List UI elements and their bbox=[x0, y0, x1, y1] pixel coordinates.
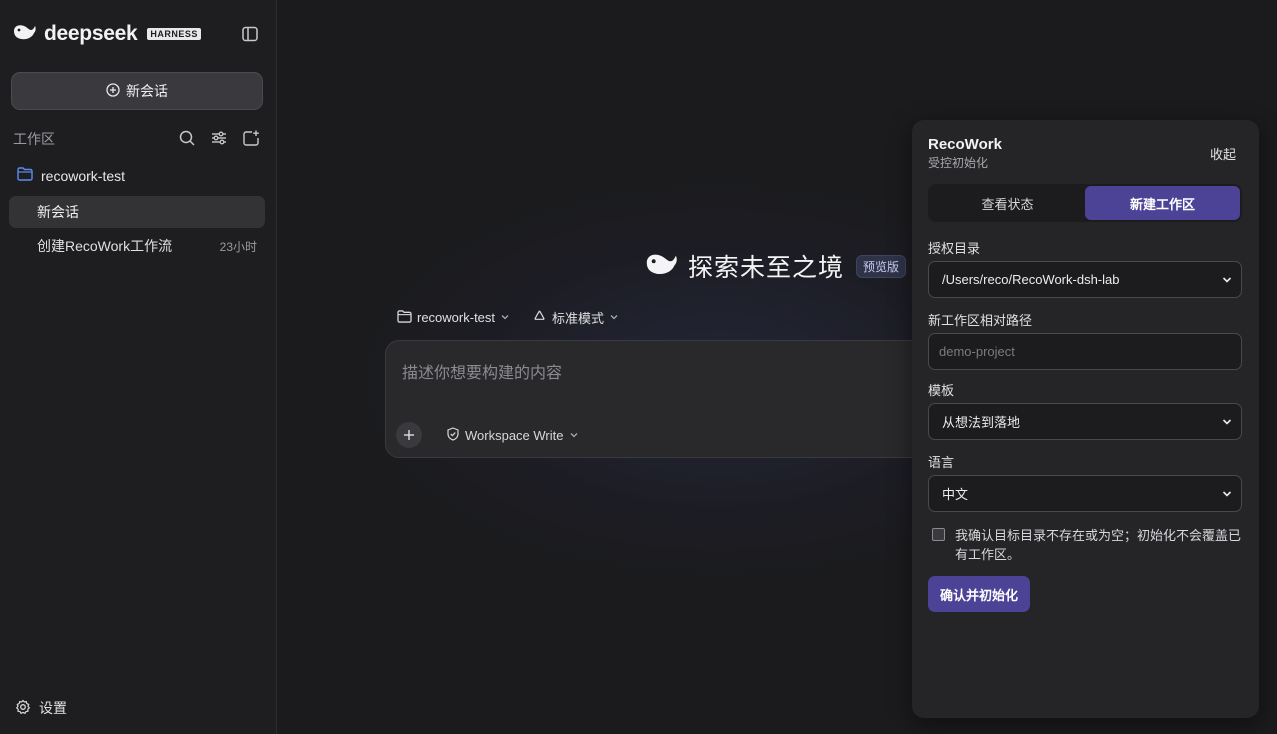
new-chat-label: 新会话 bbox=[126, 83, 168, 99]
collapse-button[interactable]: 收起 bbox=[1210, 144, 1236, 163]
gear-icon bbox=[15, 699, 31, 718]
template-select[interactable]: 从想法到落地 bbox=[928, 403, 1242, 440]
sidebar: deepseek HARNESS 新会话 工作区 recowork-test 新… bbox=[0, 0, 277, 734]
dir-select-value: /Users/reco/RecoWork-dsh-lab bbox=[942, 272, 1120, 287]
panel-tabs: 查看状态 新建工作区 bbox=[928, 184, 1242, 222]
settings-button[interactable]: 设置 bbox=[15, 698, 67, 718]
dir-select[interactable]: /Users/reco/RecoWork-dsh-lab bbox=[928, 261, 1242, 298]
preview-badge: 预览版 bbox=[856, 254, 907, 278]
workspace-header: 工作区 bbox=[13, 131, 55, 147]
new-chat-button[interactable]: 新会话 bbox=[11, 72, 263, 110]
recycle-icon bbox=[532, 309, 547, 327]
composer-input[interactable]: 描述你想要构建的内容 bbox=[402, 359, 562, 383]
shield-icon bbox=[446, 427, 460, 444]
template-label: 模板 bbox=[928, 383, 955, 398]
lang-select[interactable]: 中文 bbox=[928, 475, 1242, 512]
lang-label: 语言 bbox=[928, 455, 955, 470]
confirm-checkbox-label: 我确认目标目录不存在或为空；初始化不会覆盖已有工作区。 bbox=[955, 528, 1242, 562]
workspace-folder-item[interactable]: recowork-test bbox=[17, 167, 125, 184]
search-icon[interactable] bbox=[178, 129, 196, 147]
dir-label: 授权目录 bbox=[928, 241, 981, 256]
path-label: 新工作区相对路径 bbox=[928, 313, 1033, 328]
plus-icon bbox=[404, 430, 414, 440]
whale-logo-icon bbox=[12, 22, 38, 47]
brand-badge: HARNESS bbox=[147, 28, 201, 40]
permission-label: Workspace Write bbox=[465, 428, 564, 443]
chevron-down-icon bbox=[609, 310, 619, 325]
filter-sliders-icon[interactable] bbox=[210, 129, 228, 147]
tab-view-status[interactable]: 查看状态 bbox=[930, 186, 1085, 220]
panel-title: RecoWork bbox=[928, 136, 1002, 153]
session-time: 23小时 bbox=[219, 239, 257, 254]
template-select-value: 从想法到落地 bbox=[942, 415, 1021, 430]
sidebar-toggle-icon[interactable] bbox=[241, 25, 259, 43]
hero-title: 探索未至之境 bbox=[688, 254, 845, 282]
workspace-select-label: recowork-test bbox=[417, 310, 496, 325]
context-row: recowork-test 标准模式 bbox=[397, 308, 619, 327]
session-item-active[interactable]: 新会话 bbox=[9, 196, 265, 228]
confirm-checkbox[interactable] bbox=[932, 528, 945, 541]
mode-select-label: 标准模式 bbox=[552, 311, 605, 326]
session-label: 创建RecoWork工作流 bbox=[37, 238, 173, 254]
brand-name: deepseek bbox=[44, 22, 138, 45]
settings-label: 设置 bbox=[39, 700, 67, 716]
lang-select-value: 中文 bbox=[942, 487, 969, 502]
chevron-down-icon bbox=[1221, 416, 1233, 431]
path-input[interactable]: demo-project bbox=[928, 333, 1242, 370]
workspace-actions bbox=[178, 129, 260, 147]
mode-select[interactable]: 标准模式 bbox=[532, 308, 619, 327]
hero: 探索未至之境 预览版 bbox=[644, 248, 907, 284]
chevron-down-icon bbox=[1221, 488, 1233, 503]
whale-logo-icon bbox=[644, 250, 680, 283]
confirm-init-button[interactable]: 确认并初始化 bbox=[928, 576, 1031, 612]
confirm-checkbox-row: 我确认目标目录不存在或为空；初始化不会覆盖已有工作区。 bbox=[932, 526, 1250, 564]
chevron-down-icon bbox=[500, 310, 510, 325]
recowork-panel: RecoWork 受控初始化 收起 查看状态 新建工作区 授权目录 /Users… bbox=[912, 120, 1259, 718]
chevron-down-icon bbox=[569, 428, 579, 443]
session-label: 新会话 bbox=[37, 204, 79, 220]
new-folder-icon[interactable] bbox=[242, 129, 260, 147]
attach-button[interactable] bbox=[396, 422, 422, 448]
plus-circle-icon bbox=[106, 82, 120, 100]
folder-name: recowork-test bbox=[41, 167, 126, 184]
tab-new-workspace[interactable]: 新建工作区 bbox=[1085, 186, 1240, 220]
brand: deepseek HARNESS bbox=[12, 22, 201, 46]
folder-icon bbox=[397, 309, 412, 326]
composer[interactable]: 描述你想要构建的内容 Workspace Write bbox=[385, 340, 945, 458]
folder-icon bbox=[17, 167, 33, 184]
chevron-down-icon bbox=[1221, 274, 1233, 289]
permission-select[interactable]: Workspace Write bbox=[446, 427, 579, 444]
session-item[interactable]: 创建RecoWork工作流 23小时 bbox=[37, 236, 257, 256]
path-input-placeholder: demo-project bbox=[939, 344, 1015, 359]
panel-subtitle: 受控初始化 bbox=[928, 156, 989, 170]
workspace-select[interactable]: recowork-test bbox=[397, 308, 510, 327]
